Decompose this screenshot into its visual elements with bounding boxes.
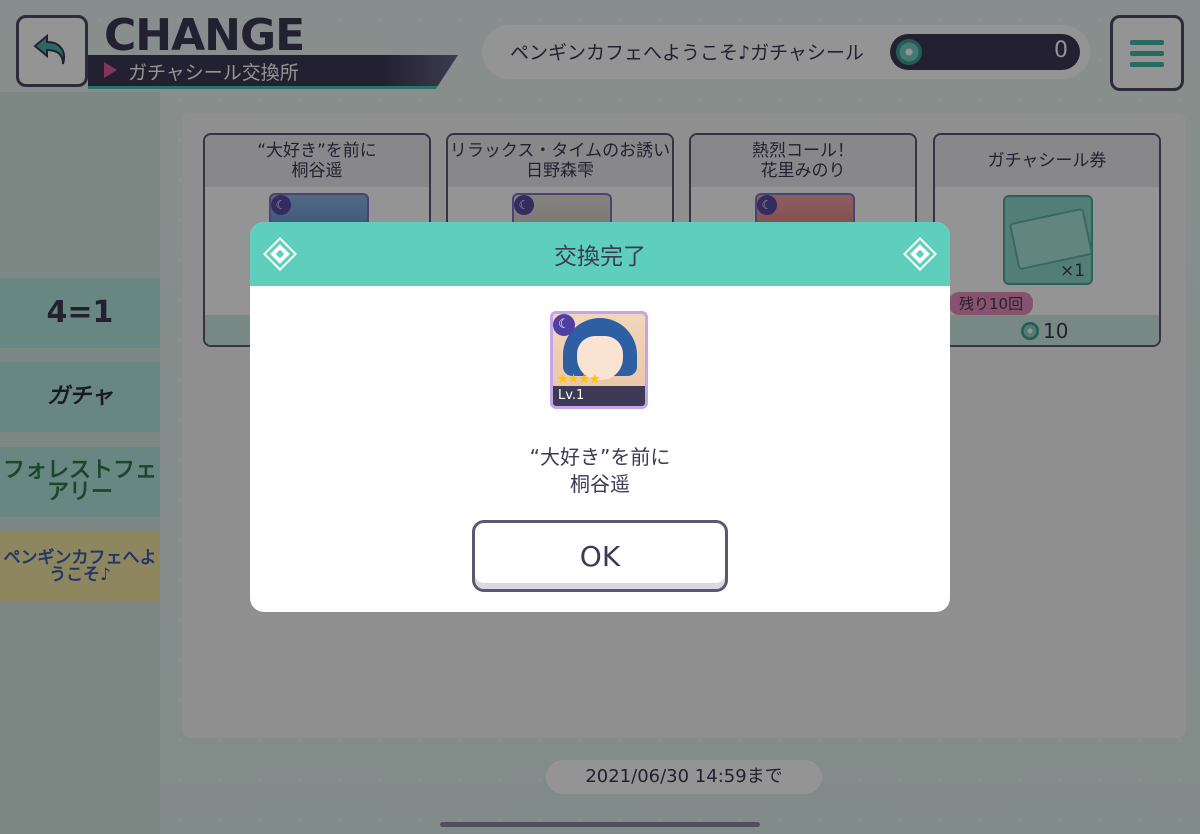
card-thumbnail: ☾ ★★★★ Lv.1 <box>550 311 648 409</box>
exchange-complete-dialog: 交換完了 ☾ ★★★★ Lv.1 “大好き”を前に 桐谷遥 OK <box>250 222 950 612</box>
card-name: “大好き”を前に 桐谷遥 <box>250 444 950 498</box>
diamond-icon <box>265 239 295 269</box>
card-level: Lv.1 <box>553 386 645 406</box>
moon-icon: ☾ <box>553 314 575 336</box>
dialog-title: 交換完了 <box>554 244 646 270</box>
dialog-header: 交換完了 <box>250 222 950 286</box>
card-name-title: “大好き”を前に <box>529 445 671 469</box>
diamond-icon <box>905 239 935 269</box>
card-name-character: 桐谷遥 <box>570 472 630 496</box>
rarity-stars: ★★★★ <box>557 372 601 387</box>
ok-button[interactable]: OK <box>472 520 728 592</box>
